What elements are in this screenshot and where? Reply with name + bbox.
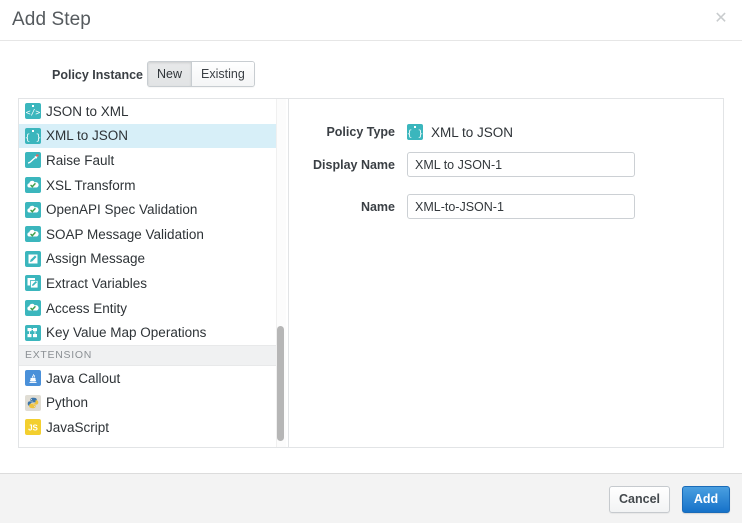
page-title: Add Step	[12, 9, 91, 31]
list-item-label: Access Entity	[46, 301, 127, 316]
xml-to-json-icon: { }	[407, 124, 423, 140]
javascript-icon: JS	[25, 419, 41, 435]
policy-instance-segmented-control[interactable]: New Existing	[147, 61, 255, 87]
python-icon	[25, 395, 41, 411]
policy-type-label: Policy Type	[289, 125, 407, 139]
list-item-label: Key Value Map Operations	[46, 325, 206, 340]
list-item-label: JavaScript	[46, 420, 109, 435]
cancel-button[interactable]: Cancel	[609, 486, 670, 513]
policy-instance-row: Policy Instance New Existing	[0, 61, 742, 89]
key-value-map-operations-icon	[25, 325, 41, 341]
list-item-soap-message-validation[interactable]: SOAP Message Validation	[19, 222, 277, 247]
java-callout-icon	[25, 370, 41, 386]
policy-instance-label: Policy Instance	[52, 68, 143, 82]
display-name-input[interactable]	[407, 152, 635, 177]
list-item-xml-to-json[interactable]: { } XML to JSON	[19, 124, 277, 149]
policy-type-row: Policy Type { } XML to JSON	[289, 124, 513, 140]
close-icon[interactable]: ✕	[712, 11, 730, 29]
list-item-python[interactable]: Python	[19, 391, 277, 416]
list-item-label: Extract Variables	[46, 276, 147, 291]
segment-new[interactable]: New	[148, 62, 192, 86]
list-group-header-extension: EXTENSION	[19, 345, 277, 366]
name-input[interactable]	[407, 194, 635, 219]
list-item-xsl-transform[interactable]: XSL Transform	[19, 173, 277, 198]
policy-list-pane: </> JSON to XML { } XML to JSON Raise Fa…	[19, 99, 289, 447]
display-name-label: Display Name	[289, 158, 407, 172]
list-item-javascript[interactable]: JS JavaScript	[19, 415, 277, 440]
list-item-assign-message[interactable]: Assign Message	[19, 247, 277, 272]
display-name-row: Display Name	[289, 152, 635, 177]
list-item-access-entity[interactable]: Access Entity	[19, 296, 277, 321]
svg-text:JS: JS	[28, 424, 38, 433]
dialog-titlebar: Add Step ✕	[0, 0, 742, 41]
list-item-extract-variables[interactable]: Extract Variables	[19, 271, 277, 296]
list-item-label: Java Callout	[46, 371, 120, 386]
policy-list[interactable]: </> JSON to XML { } XML to JSON Raise Fa…	[19, 99, 277, 447]
xml-to-json-icon: { }	[25, 128, 41, 144]
list-item-label: XSL Transform	[46, 178, 136, 193]
policy-type-value: { } XML to JSON	[407, 124, 513, 140]
svg-text:</>: </>	[26, 108, 41, 117]
list-item-label: Assign Message	[46, 251, 145, 266]
xsl-transform-icon	[25, 177, 41, 193]
access-entity-icon	[25, 300, 41, 316]
list-item-label: OpenAPI Spec Validation	[46, 202, 197, 217]
name-label: Name	[289, 200, 407, 214]
policy-detail-pane: Policy Type { } XML to JSON Display Name…	[289, 99, 723, 447]
extract-variables-icon	[25, 275, 41, 291]
list-item-openapi-spec-validation[interactable]: OpenAPI Spec Validation	[19, 197, 277, 222]
list-item-key-value-map-operations[interactable]: Key Value Map Operations	[19, 320, 277, 345]
segment-existing[interactable]: Existing	[192, 62, 254, 86]
list-item-label: JSON to XML	[46, 104, 129, 119]
name-row: Name	[289, 194, 635, 219]
soap-message-validation-icon	[25, 226, 41, 242]
policy-type-text: XML to JSON	[431, 125, 513, 140]
dialog-body: </> JSON to XML { } XML to JSON Raise Fa…	[18, 98, 724, 448]
dialog-footer: Cancel Add	[0, 473, 742, 523]
list-item-json-to-xml[interactable]: </> JSON to XML	[19, 99, 277, 124]
list-item-raise-fault[interactable]: Raise Fault	[19, 148, 277, 173]
openapi-spec-validation-icon	[25, 202, 41, 218]
add-button[interactable]: Add	[682, 486, 730, 513]
list-item-label: SOAP Message Validation	[46, 227, 204, 242]
assign-message-icon	[25, 251, 41, 267]
list-item-java-callout[interactable]: Java Callout	[19, 366, 277, 391]
svg-text:{ }: { }	[407, 130, 423, 140]
policy-list-scrollbar[interactable]	[276, 99, 286, 447]
list-item-label: XML to JSON	[46, 128, 128, 143]
list-item-label: Python	[46, 395, 88, 410]
json-to-xml-icon: </>	[25, 103, 41, 119]
list-item-label: Raise Fault	[46, 153, 114, 168]
raise-fault-icon	[25, 152, 41, 168]
svg-text:{ }: { }	[25, 133, 41, 143]
scrollbar-thumb[interactable]	[277, 326, 284, 441]
add-step-dialog: Add Step ✕ Policy Instance New Existing …	[0, 0, 742, 523]
